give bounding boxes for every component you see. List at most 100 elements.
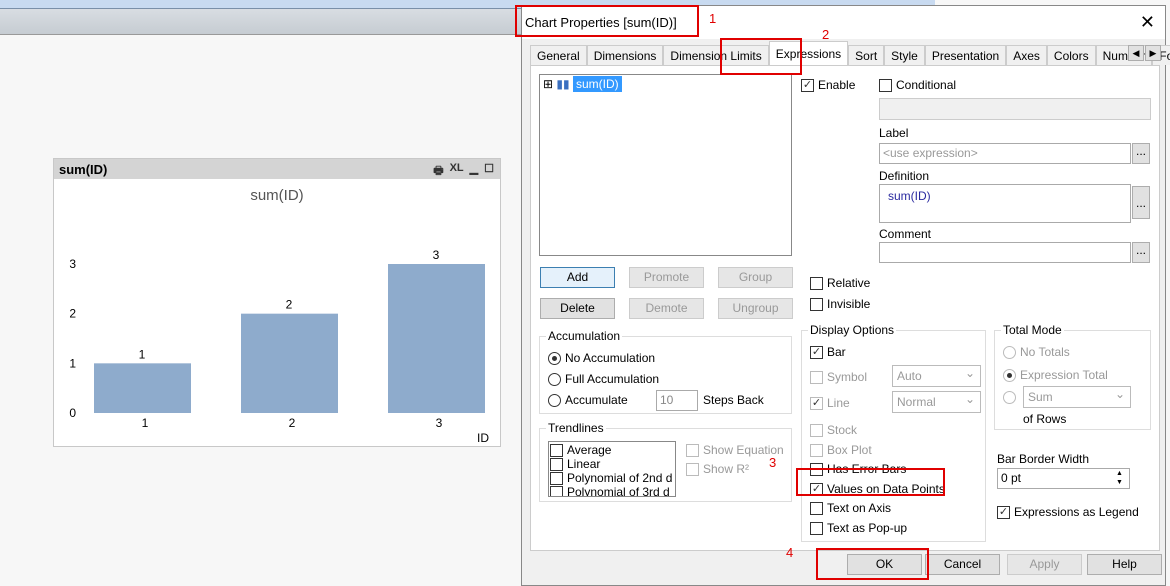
trendline-item[interactable]: Polynomial of 2nd d	[550, 471, 674, 485]
label: No Totals	[1020, 345, 1070, 359]
bar	[388, 264, 485, 413]
expressions-as-legend-checkbox[interactable]: ✓ Expressions as Legend	[997, 505, 1139, 519]
steps-back-input[interactable]: 10	[656, 390, 698, 411]
full-accumulation-radio[interactable]: Full Accumulation	[548, 372, 659, 386]
sum-radio[interactable]	[1003, 391, 1016, 404]
demote-button[interactable]: Demote	[629, 298, 704, 319]
annotation-box-4	[816, 548, 929, 580]
tab-dimensions[interactable]: Dimensions	[586, 45, 664, 65]
chart-window[interactable]: sum(ID) 🖶 XL ▁ ☐ sum(ID) 0 1 2 3 1 1 2 2 3 3 ID	[53, 158, 501, 447]
annotation-number-4: 4	[786, 545, 794, 560]
label: Stock	[827, 423, 858, 437]
bar-border-spinner[interactable]: ▲ ▼	[1116, 469, 1123, 487]
trendline-item[interactable]: Average	[550, 443, 674, 457]
text-as-popup-checkbox[interactable]: Text as Pop-up	[810, 521, 907, 535]
checkbox[interactable]	[550, 457, 563, 471]
add-button[interactable]: Add	[540, 267, 615, 288]
xl-icon[interactable]: XL	[450, 162, 464, 181]
label: Conditional	[896, 78, 957, 92]
show-r2-checkbox[interactable]: Show R²	[686, 462, 749, 476]
data-label: 2	[286, 298, 293, 312]
no-totals-radio[interactable]: No Totals	[1003, 345, 1070, 359]
label: Show R²	[703, 462, 750, 476]
trendline-item[interactable]: Linear	[550, 457, 674, 471]
steps-back-label: Steps Back	[703, 393, 764, 407]
label-title: Label	[879, 126, 909, 140]
definition-input[interactable]: sum(ID)	[879, 184, 1131, 223]
display-options-group: Display Options ✓Bar Symbol Auto ✓Line N…	[801, 323, 986, 542]
label: Polynomial of 3rd d	[567, 485, 670, 497]
label: Text as Pop-up	[827, 521, 908, 535]
ungroup-button[interactable]: Ungroup	[718, 298, 793, 319]
comment-ellipsis-button[interactable]: ...	[1132, 242, 1150, 263]
accumulate-radio[interactable]: Accumulate	[548, 393, 628, 407]
annotation-number-3: 3	[769, 455, 777, 470]
bar-border-width-input[interactable]: 0 pt	[997, 468, 1130, 489]
tab-colors[interactable]: Colors	[1046, 45, 1096, 65]
line-select[interactable]: Normal	[892, 391, 981, 413]
help-button[interactable]: Help	[1087, 554, 1162, 575]
bar-checkbox[interactable]: ✓ Bar	[810, 345, 846, 359]
chart-properties-dialog: Chart Properties [sum(ID)] ✕ General Dime…	[521, 5, 1170, 586]
chart-caption: sum(ID) 🖶 XL ▁ ☐	[54, 159, 500, 179]
trendlines-list[interactable]: Average Linear Polynomial of 2nd d Polynomi…	[548, 441, 676, 497]
maximize-icon[interactable]: ☐	[484, 162, 494, 181]
label-ellipsis-button[interactable]: ...	[1132, 143, 1150, 164]
expression-item[interactable]: sum(ID)	[572, 76, 622, 92]
conditional-checkbox[interactable]: Conditional	[879, 78, 956, 92]
symbol-checkbox[interactable]: Symbol	[810, 370, 867, 384]
close-icon[interactable]: ✕	[1140, 12, 1155, 33]
label-input[interactable]: <use expression>	[879, 143, 1131, 164]
comment-input[interactable]	[879, 242, 1131, 263]
checkbox[interactable]	[550, 471, 563, 485]
tab-scroll-right-icon[interactable]: ▶	[1145, 45, 1161, 61]
relative-checkbox[interactable]: Relative	[810, 276, 870, 290]
promote-button[interactable]: Promote	[629, 267, 704, 288]
minimize-icon[interactable]: ▁	[470, 162, 478, 181]
tab-style[interactable]: Style	[884, 45, 925, 65]
cancel-button[interactable]: Cancel	[925, 554, 1000, 575]
x-tick-label: 1	[142, 416, 149, 430]
checkbox[interactable]	[550, 485, 563, 496]
bar-border-width-title: Bar Border Width	[997, 452, 1090, 466]
no-accumulation-radio[interactable]: No Accumulation	[548, 351, 655, 365]
symbol-select[interactable]: Auto	[892, 365, 981, 387]
expression-total-radio[interactable]: Expression Total	[1003, 368, 1108, 382]
bar-chart-icon: ▮▮	[556, 77, 570, 91]
comment-title: Comment	[879, 227, 932, 241]
tab-general[interactable]: General	[530, 45, 587, 65]
text-on-axis-checkbox[interactable]: Text on Axis	[810, 501, 891, 515]
tab-axes[interactable]: Axes	[1006, 45, 1047, 65]
label: Invisible	[827, 297, 871, 311]
expression-tree[interactable]: ⊞ ▮▮ sum(ID)	[539, 74, 792, 256]
annotation-box-1	[515, 5, 699, 37]
label: Linear	[567, 457, 601, 471]
trendline-item[interactable]: Polynomial of 3rd d	[550, 485, 674, 497]
checkbox[interactable]	[550, 443, 563, 457]
annotation-number-2: 2	[822, 27, 830, 42]
box-plot-checkbox[interactable]: Box Plot	[810, 443, 872, 457]
trendlines-title: Trendlines	[546, 421, 606, 435]
group-button[interactable]: Group	[718, 267, 793, 288]
tab-sort[interactable]: Sort	[848, 45, 885, 65]
stock-checkbox[interactable]: Stock	[810, 423, 857, 437]
accumulation-title: Accumulation	[546, 329, 623, 343]
tab-scroll-left-icon[interactable]: ◀	[1128, 45, 1144, 61]
expand-icon[interactable]: ⊞	[543, 77, 553, 91]
tab-presentation[interactable]: Presentation	[924, 45, 1007, 65]
chart-title: sum(ID)	[250, 187, 303, 204]
label: Accumulate	[565, 393, 628, 407]
label: Expression Total	[1020, 368, 1108, 382]
delete-button[interactable]: Delete	[540, 298, 615, 319]
tab-scroll: ◀ ▶	[1128, 45, 1161, 61]
apply-button[interactable]: Apply	[1007, 554, 1082, 575]
definition-ellipsis-button[interactable]: ...	[1132, 186, 1150, 219]
line-checkbox[interactable]: ✓ Line	[810, 396, 850, 410]
invisible-checkbox[interactable]: Invisible	[810, 297, 870, 311]
print-icon[interactable]: 🖶	[433, 162, 443, 181]
y-tick-label: 0	[69, 406, 76, 420]
enable-checkbox[interactable]: ✓ Enable	[801, 78, 855, 92]
bar-chart: sum(ID) 0 1 2 3 1 1 2 2 3 3 ID	[69, 187, 489, 445]
sheet-tabs-bar	[0, 9, 521, 35]
sum-select[interactable]: Sum	[1023, 386, 1131, 408]
